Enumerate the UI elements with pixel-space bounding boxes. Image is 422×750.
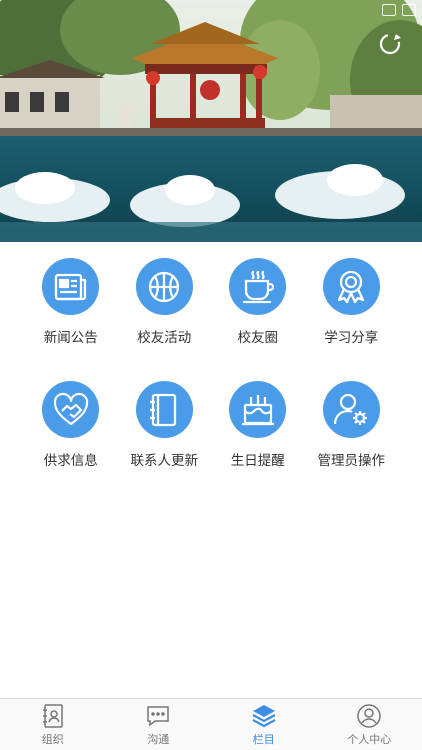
grid-item-birthday-reminder[interactable]: 生日提醒: [215, 381, 301, 469]
tab-organization[interactable]: 组织: [0, 699, 106, 750]
notebook-icon: [135, 381, 193, 438]
contacts-book-icon: [42, 703, 63, 728]
battery-icon: [402, 4, 416, 16]
tab-label: 组织: [41, 732, 64, 746]
status-icons: [382, 4, 416, 16]
admin-settings-icon: [322, 381, 380, 438]
grid-item-label: 校友活动: [137, 330, 192, 346]
tab-label: 个人中心: [347, 732, 392, 746]
layers-icon: [252, 704, 276, 727]
grid-item-label: 校友圈: [237, 330, 279, 346]
tab-columns[interactable]: 栏目: [211, 699, 317, 750]
user-icon: [357, 703, 381, 728]
cup-icon: [229, 258, 287, 315]
tab-personal-center[interactable]: 个人中心: [317, 699, 422, 750]
grid-item-label: 新闻公告: [43, 330, 98, 346]
grid-item-label: 供求信息: [43, 453, 98, 469]
award-icon: [322, 258, 380, 315]
tab-label: 沟通: [147, 732, 170, 746]
grid-item-contact-update[interactable]: 联系人更新: [121, 381, 207, 469]
feature-grid: 新闻公告 校友活动 校友圈 学习分享 供求信息 联系人更新 生日提醒 管理员操作: [0, 242, 422, 469]
tab-label: 栏目: [252, 732, 275, 746]
birthday-cake-icon: [229, 381, 287, 438]
newspaper-icon: [42, 258, 100, 315]
bottom-tab-bar: 组织 沟通 栏目 个人中心: [0, 698, 422, 750]
grid-item-supply-demand[interactable]: 供求信息: [28, 381, 114, 469]
grid-item-label: 生日提醒: [230, 453, 285, 469]
basketball-icon: [135, 258, 193, 315]
grid-item-activities[interactable]: 校友活动: [121, 258, 207, 346]
hero-banner-image: [0, 0, 422, 242]
tab-communication[interactable]: 沟通: [106, 699, 212, 750]
refresh-icon[interactable]: [376, 30, 404, 58]
grid-item-label: 学习分享: [324, 330, 379, 346]
grid-item-study-share[interactable]: 学习分享: [308, 258, 394, 346]
chat-icon: [147, 705, 169, 727]
grid-item-label: 联系人更新: [130, 453, 199, 469]
grid-item-news[interactable]: 新闻公告: [28, 258, 114, 346]
status-icon: [382, 4, 396, 16]
grid-item-admin[interactable]: 管理员操作: [308, 381, 394, 469]
grid-item-alumni-circle[interactable]: 校友圈: [215, 258, 301, 346]
heart-handshake-icon: [42, 381, 100, 438]
grid-item-label: 管理员操作: [317, 453, 386, 469]
